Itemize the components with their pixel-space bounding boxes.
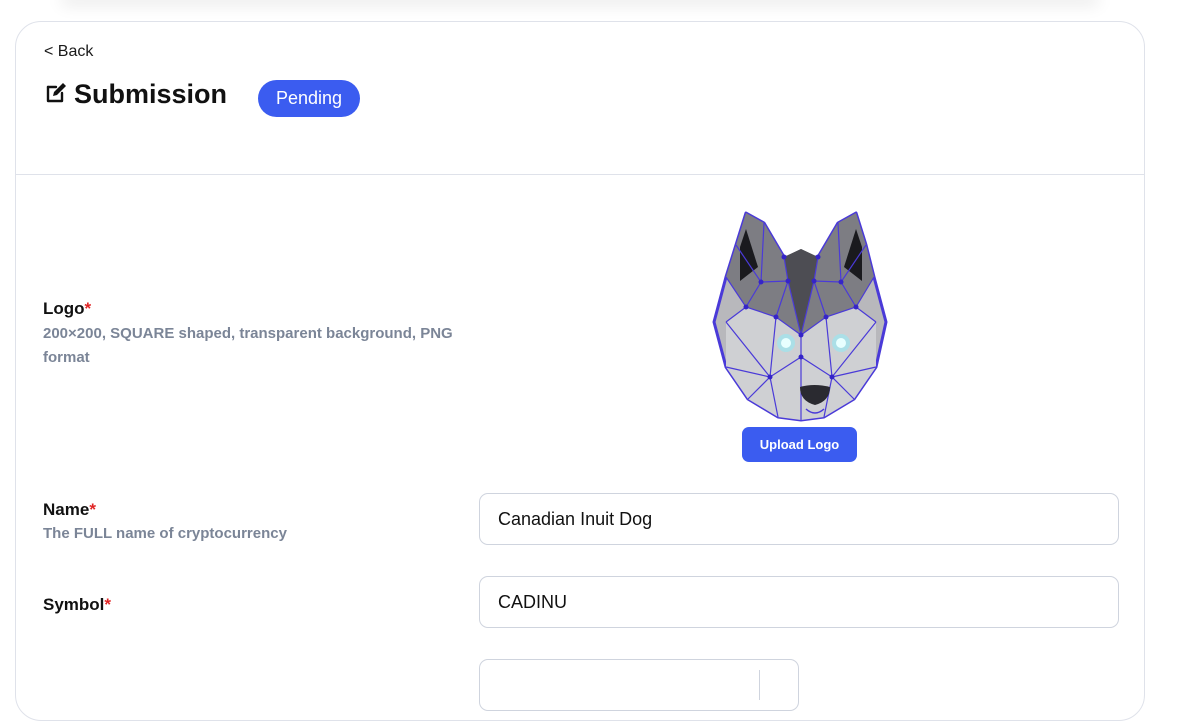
logo-required-mark: *	[84, 299, 92, 318]
name-label: Name*	[43, 500, 96, 520]
husky-logo	[712, 211, 888, 422]
back-link[interactable]: < Back	[44, 43, 93, 61]
logo-label: Logo*	[43, 299, 91, 319]
name-hint: The FULL name of cryptocurrency	[43, 525, 287, 542]
name-input[interactable]	[479, 493, 1119, 545]
logo-hint: 200×200, SQUARE shaped, transparent back…	[43, 325, 453, 366]
logo-label-text: Logo	[43, 299, 85, 318]
page-title: Submission	[74, 79, 228, 109]
name-label-text: Name	[43, 500, 90, 519]
status-badge: Pending	[258, 80, 360, 117]
symbol-input[interactable]	[479, 576, 1119, 628]
symbol-label-text: Symbol	[43, 595, 105, 614]
symbol-required-mark: *	[104, 595, 112, 614]
submission-card: < Back Submission Pending Logo* 200×200,…	[15, 21, 1145, 721]
title-row: Submission	[44, 79, 227, 110]
edit-icon	[46, 82, 66, 102]
header-divider	[16, 174, 1144, 175]
logo-preview	[706, 207, 896, 422]
symbol-label: Symbol*	[43, 595, 111, 615]
name-required-mark: *	[89, 500, 96, 519]
upload-logo-button[interactable]: Upload Logo	[742, 427, 857, 462]
next-field-input[interactable]	[479, 659, 799, 711]
